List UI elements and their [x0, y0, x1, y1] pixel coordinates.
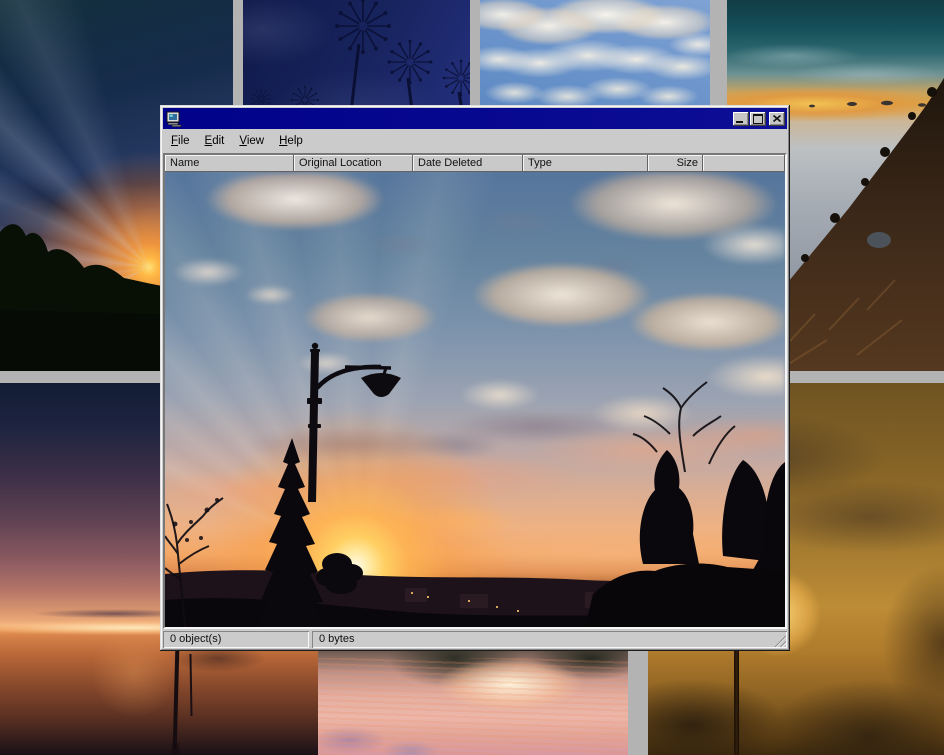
close-icon	[773, 115, 781, 122]
water-ripples	[318, 658, 628, 755]
column-header-row: Name Original Location Date Deleted Type…	[165, 155, 785, 172]
close-button[interactable]	[769, 112, 785, 126]
menu-bar: File Edit View Help	[163, 130, 787, 151]
lake-pole-reflection	[172, 743, 179, 755]
resize-grip[interactable]	[773, 634, 786, 647]
column-header-date-deleted[interactable]: Date Deleted	[413, 155, 523, 172]
list-view: Name Original Location Date Deleted Type…	[163, 153, 787, 629]
status-size-text: 0 bytes	[319, 633, 354, 645]
status-bar: 0 object(s) 0 bytes	[163, 631, 787, 648]
sunset-silhouettes	[165, 172, 785, 627]
column-header-blank[interactable]	[703, 155, 785, 172]
minimize-button[interactable]	[733, 112, 749, 126]
maximize-button[interactable]	[750, 112, 766, 126]
column-header-original-location[interactable]: Original Location	[294, 155, 413, 172]
column-header-name[interactable]: Name	[165, 155, 294, 172]
title-bar[interactable]	[163, 108, 787, 129]
status-size: 0 bytes	[312, 631, 787, 648]
menu-edit[interactable]: Edit	[205, 135, 225, 147]
menu-view[interactable]: View	[239, 135, 264, 147]
maximize-icon	[753, 114, 763, 124]
column-header-type[interactable]: Type	[523, 155, 648, 172]
computer-icon	[166, 111, 182, 127]
recycle-bin-window: File Edit View Help Name Original Locati…	[160, 105, 790, 651]
menu-file[interactable]: File	[171, 135, 190, 147]
menu-help[interactable]: Help	[279, 135, 303, 147]
column-header-size[interactable]: Size	[648, 155, 703, 172]
desktop: File Edit View Help Name Original Locati…	[0, 0, 944, 755]
status-object-count: 0 object(s)	[163, 631, 309, 648]
list-view-content-area[interactable]	[165, 172, 785, 627]
golden-lamp-pole	[734, 638, 739, 755]
minimize-icon	[736, 121, 743, 123]
